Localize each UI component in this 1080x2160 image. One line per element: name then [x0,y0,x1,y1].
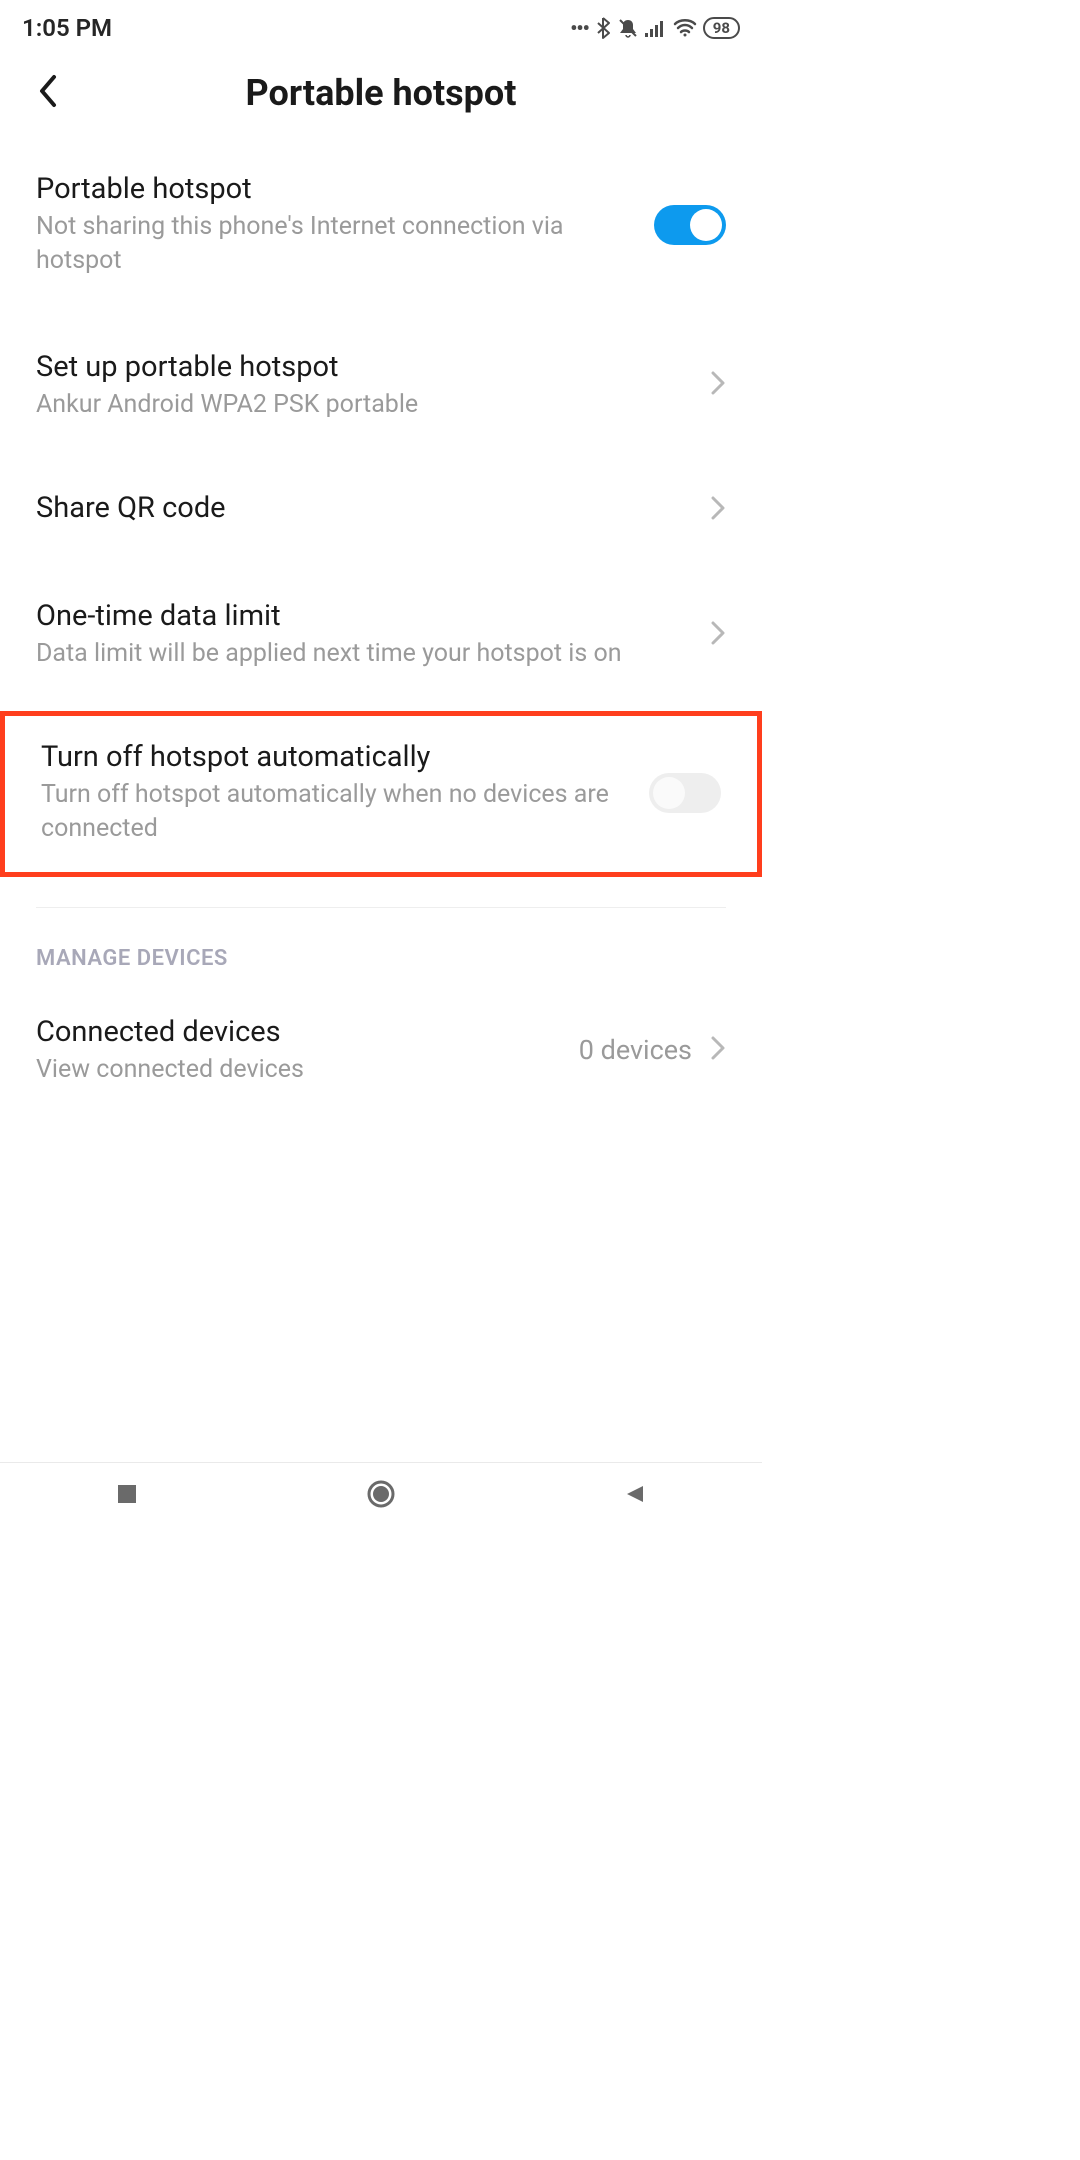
chevron-right-icon [710,620,726,650]
data-limit-title: One-time data limit [36,599,690,633]
share-qr-title: Share QR code [36,491,690,525]
portable-hotspot-title: Portable hotspot [36,172,634,206]
connected-devices-count: 0 devices [579,1034,692,1066]
portable-hotspot-toggle[interactable] [654,205,726,245]
nav-recent-button[interactable] [77,1482,177,1506]
nav-back-button[interactable] [585,1482,685,1506]
chevron-right-icon [710,370,726,400]
page-header: Portable hotspot [0,52,762,142]
chevron-right-icon [710,1035,726,1065]
connected-devices-row[interactable]: Connected devices View connected devices… [36,981,726,1117]
data-limit-row[interactable]: One-time data limit Data limit will be a… [36,569,726,701]
bluetooth-icon [595,17,611,39]
battery-indicator: 98 [703,17,740,39]
chevron-right-icon [710,495,726,525]
nav-home-button[interactable] [331,1479,431,1509]
back-button[interactable] [36,73,60,113]
status-icons-group: ••• 98 [570,16,740,40]
status-time: 1:05 PM [22,14,112,42]
setup-hotspot-row[interactable]: Set up portable hotspot Ankur Android WP… [36,308,726,452]
more-icon: ••• [570,16,589,40]
setup-hotspot-title: Set up portable hotspot [36,350,690,384]
auto-off-subtitle: Turn off hotspot automatically when no d… [41,778,629,846]
connected-devices-title: Connected devices [36,1015,559,1049]
page-title: Portable hotspot [36,72,726,114]
portable-hotspot-subtitle: Not sharing this phone's Internet connec… [36,210,634,278]
highlighted-setting: Turn off hotspot automatically Turn off … [0,711,762,877]
section-divider [36,907,726,908]
navigation-bar [0,1462,762,1524]
auto-off-title: Turn off hotspot automatically [41,740,629,774]
auto-off-row[interactable]: Turn off hotspot automatically Turn off … [41,716,721,872]
setup-hotspot-subtitle: Ankur Android WPA2 PSK portable [36,388,690,422]
share-qr-row[interactable]: Share QR code [36,451,726,569]
portable-hotspot-row[interactable]: Portable hotspot Not sharing this phone'… [36,142,726,308]
mute-icon [617,18,639,38]
wifi-icon [673,19,697,37]
status-bar: 1:05 PM ••• 98 [0,0,762,52]
section-manage-devices: MANAGE DEVICES [36,936,726,981]
connected-devices-subtitle: View connected devices [36,1053,559,1087]
signal-icon [645,19,667,37]
auto-off-toggle[interactable] [649,773,721,813]
data-limit-subtitle: Data limit will be applied next time you… [36,637,690,671]
